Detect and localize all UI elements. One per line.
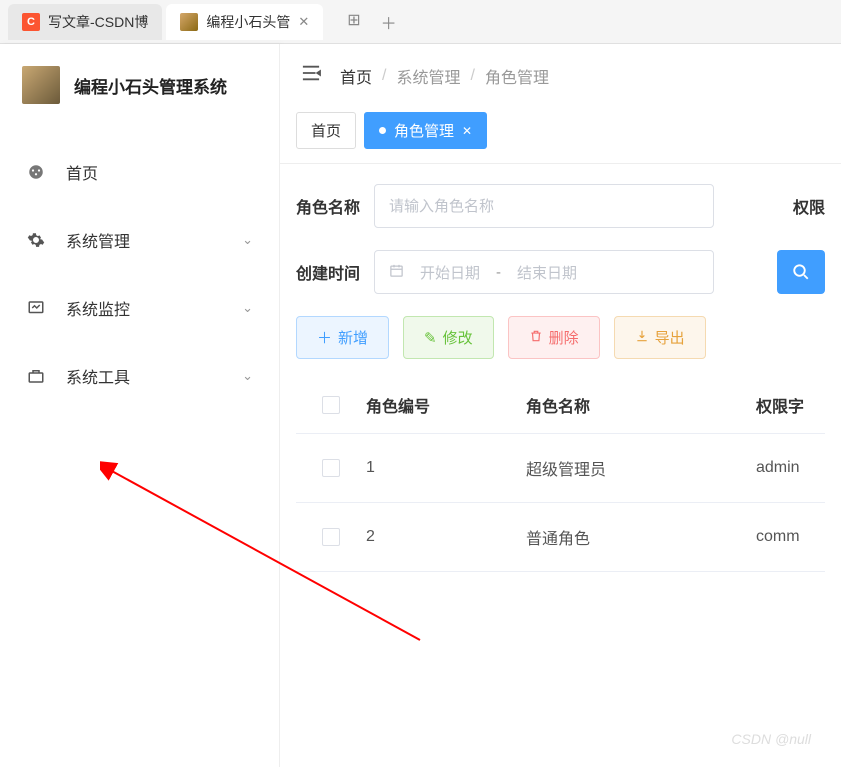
search-icon (792, 263, 810, 281)
browser-tab-csdn[interactable]: C 写文章-CSDN博 (8, 4, 162, 40)
table-row[interactable]: 1 超级管理员 admin (296, 434, 825, 503)
app-icon (180, 13, 198, 31)
logo-icon (22, 66, 60, 104)
calendar-icon (389, 263, 404, 282)
button-label: 修改 (443, 327, 473, 348)
row-checkbox[interactable] (322, 459, 340, 477)
cell-role-id: 2 (356, 528, 526, 546)
sidebar-item-system-manage[interactable]: 系统管理 ⌄ (0, 206, 279, 274)
sidebar: 编程小石头管理系统 首页 系统管理 ⌄ 系统监控 ⌄ (0, 44, 280, 767)
gear-icon (26, 230, 46, 250)
sidebar-item-system-monitor[interactable]: 系统监控 ⌄ (0, 274, 279, 342)
end-date-placeholder: 结束日期 (517, 262, 577, 283)
create-time-label: 创建时间 (296, 260, 360, 284)
chevron-down-icon: ⌄ (242, 300, 253, 316)
breadcrumb-separator: / (470, 67, 474, 85)
tab-grid-icon[interactable]: ⊞ (347, 10, 360, 34)
sidebar-header: 编程小石头管理系统 (0, 44, 279, 126)
cell-role-name: 普通角色 (526, 525, 756, 549)
close-icon[interactable]: ✕ (298, 14, 309, 30)
chevron-down-icon: ⌄ (242, 232, 253, 248)
date-range-picker[interactable]: 开始日期 - 结束日期 (374, 250, 714, 294)
menu-label: 系统管理 (66, 228, 242, 252)
role-name-label: 角色名称 (296, 194, 360, 218)
breadcrumb-parent[interactable]: 系统管理 (396, 64, 460, 88)
sidebar-menu: 首页 系统管理 ⌄ 系统监控 ⌄ 系统工具 ⌄ (0, 126, 279, 422)
trash-icon (529, 329, 543, 347)
toolbox-icon (26, 366, 46, 386)
start-date-placeholder: 开始日期 (420, 262, 480, 283)
cell-perm: comm (756, 528, 815, 546)
role-table: 角色编号 角色名称 权限字 1 超级管理员 admin 2 普通角色 comm (296, 377, 825, 572)
breadcrumb-home[interactable]: 首页 (340, 64, 372, 88)
role-name-input[interactable] (374, 184, 714, 228)
button-label: 删除 (549, 327, 579, 348)
tab-label: 写文章-CSDN博 (48, 12, 148, 32)
menu-label: 首页 (66, 160, 253, 184)
export-button[interactable]: 导出 (614, 316, 706, 359)
edit-button[interactable]: ✎ 修改 (403, 316, 494, 359)
page-tab-home[interactable]: 首页 (296, 112, 356, 149)
breadcrumb: 首页 / 系统管理 / 角色管理 (340, 64, 549, 88)
table-header: 角色编号 角色名称 权限字 (296, 377, 825, 434)
tab-label: 编程小石头管 (206, 12, 290, 32)
browser-tab-bar: C 写文章-CSDN博 编程小石头管 ✕ ⊞ ＋ (0, 0, 841, 44)
menu-label: 系统监控 (66, 296, 242, 320)
add-button[interactable]: ＋ 新增 (296, 316, 389, 359)
chevron-down-icon: ⌄ (242, 368, 253, 384)
page-tab-role-manage[interactable]: 角色管理 ✕ (364, 112, 487, 149)
search-button[interactable] (777, 250, 825, 294)
main-content: 首页 / 系统管理 / 角色管理 首页 角色管理 ✕ 角色名称 权限 创建时间 (280, 44, 841, 767)
plus-icon: ＋ (317, 327, 332, 348)
page-tabs: 首页 角色管理 ✕ (280, 104, 841, 164)
header-role-id: 角色编号 (356, 393, 526, 417)
menu-label: 系统工具 (66, 364, 242, 388)
watermark: CSDN @null (731, 731, 811, 747)
header-role-name: 角色名称 (526, 393, 756, 417)
action-buttons: ＋ 新增 ✎ 修改 删除 导出 (296, 316, 825, 359)
filter-row-2: 创建时间 开始日期 - 结束日期 (296, 250, 825, 294)
button-label: 导出 (655, 327, 685, 348)
dashboard-icon (26, 162, 46, 182)
content-area: 角色名称 权限 创建时间 开始日期 - 结束日期 (280, 164, 841, 592)
download-icon (635, 329, 649, 347)
breadcrumb-current: 角色管理 (485, 64, 549, 88)
cell-role-id: 1 (356, 459, 526, 477)
header-bar: 首页 / 系统管理 / 角色管理 (280, 44, 841, 104)
sidebar-item-system-tools[interactable]: 系统工具 ⌄ (0, 342, 279, 410)
row-checkbox[interactable] (322, 528, 340, 546)
breadcrumb-separator: / (382, 67, 386, 85)
date-separator: - (496, 264, 501, 281)
cell-role-name: 超级管理员 (526, 456, 756, 480)
browser-tab-app[interactable]: 编程小石头管 ✕ (166, 4, 323, 40)
tab-label: 角色管理 (394, 120, 454, 141)
app-title: 编程小石头管理系统 (74, 73, 227, 98)
sidebar-item-home[interactable]: 首页 (0, 138, 279, 206)
monitor-icon (26, 298, 46, 318)
select-all-checkbox[interactable] (322, 396, 340, 414)
table-row[interactable]: 2 普通角色 comm (296, 503, 825, 572)
cell-perm: admin (756, 459, 815, 477)
perm-label: 权限 (793, 194, 825, 218)
new-tab-icon[interactable]: ＋ (381, 10, 397, 34)
app-container: 编程小石头管理系统 首页 系统管理 ⌄ 系统监控 ⌄ (0, 44, 841, 767)
tab-controls: ⊞ ＋ (327, 10, 396, 34)
filter-row-1: 角色名称 权限 (296, 184, 825, 228)
edit-icon: ✎ (424, 329, 437, 347)
hamburger-icon[interactable] (300, 64, 322, 88)
button-label: 新增 (338, 327, 368, 348)
header-perm: 权限字 (756, 393, 815, 417)
csdn-icon: C (22, 13, 40, 31)
close-icon[interactable]: ✕ (462, 124, 472, 138)
delete-button[interactable]: 删除 (508, 316, 600, 359)
